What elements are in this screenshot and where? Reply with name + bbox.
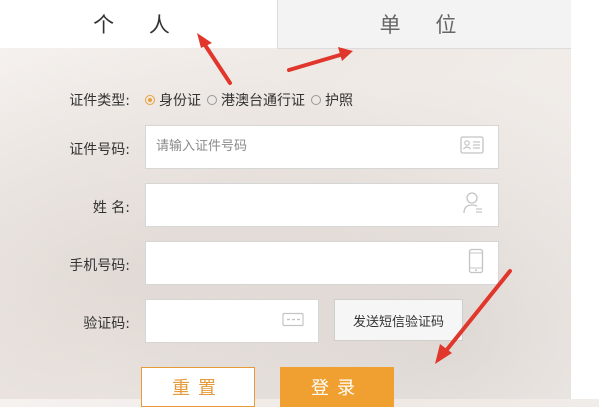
radio-label: 港澳台通行证 [221,93,305,109]
id-type-label: 证件类型: [69,93,130,109]
login-button[interactable]: 登录 [280,367,394,407]
code-label: 验证码: [83,316,130,332]
radio-button[interactable] [311,95,321,105]
annotation-arrow-unit-tab [287,53,342,72]
code-input[interactable] [145,299,319,343]
id-number-label: 证件号码: [69,142,130,158]
id-number-input[interactable]: 请输入证件号码 [145,125,499,169]
id-card-icon [460,136,484,158]
name-input[interactable] [145,183,499,227]
radio-hk-macau-taiwan-pass[interactable]: 港澳台通行证 [207,90,305,110]
radio-id-card[interactable]: 身份证 [145,90,201,110]
name-label: 姓 名: [92,200,130,216]
tab-personal[interactable]: 个 人 [0,0,277,48]
radio-label: 护照 [325,93,353,109]
mobile-phone-icon [468,248,484,278]
tab-unit[interactable]: 单 位 [277,0,572,49]
id-number-placeholder: 请输入证件号码 [156,139,248,154]
id-type-radio-group: 身份证 港澳台通行证 护照 [145,89,359,111]
annotation-arrow-personal-tab [201,40,232,85]
user-icon [462,191,484,219]
phone-input[interactable] [145,241,499,285]
radio-button-checked[interactable] [145,95,155,105]
annotation-arrow-unit-tab-head [338,47,353,61]
radio-button[interactable] [207,95,217,105]
annotation-arrow-login-head [435,344,452,364]
radio-passport[interactable]: 护照 [311,90,353,110]
reset-button[interactable]: 重置 [141,367,255,407]
radio-label: 身份证 [159,93,201,109]
right-panel-edge [571,0,599,399]
captcha-icon [282,312,304,331]
send-sms-code-button[interactable]: 发送短信验证码 [334,299,463,341]
phone-label: 手机号码: [69,258,130,274]
